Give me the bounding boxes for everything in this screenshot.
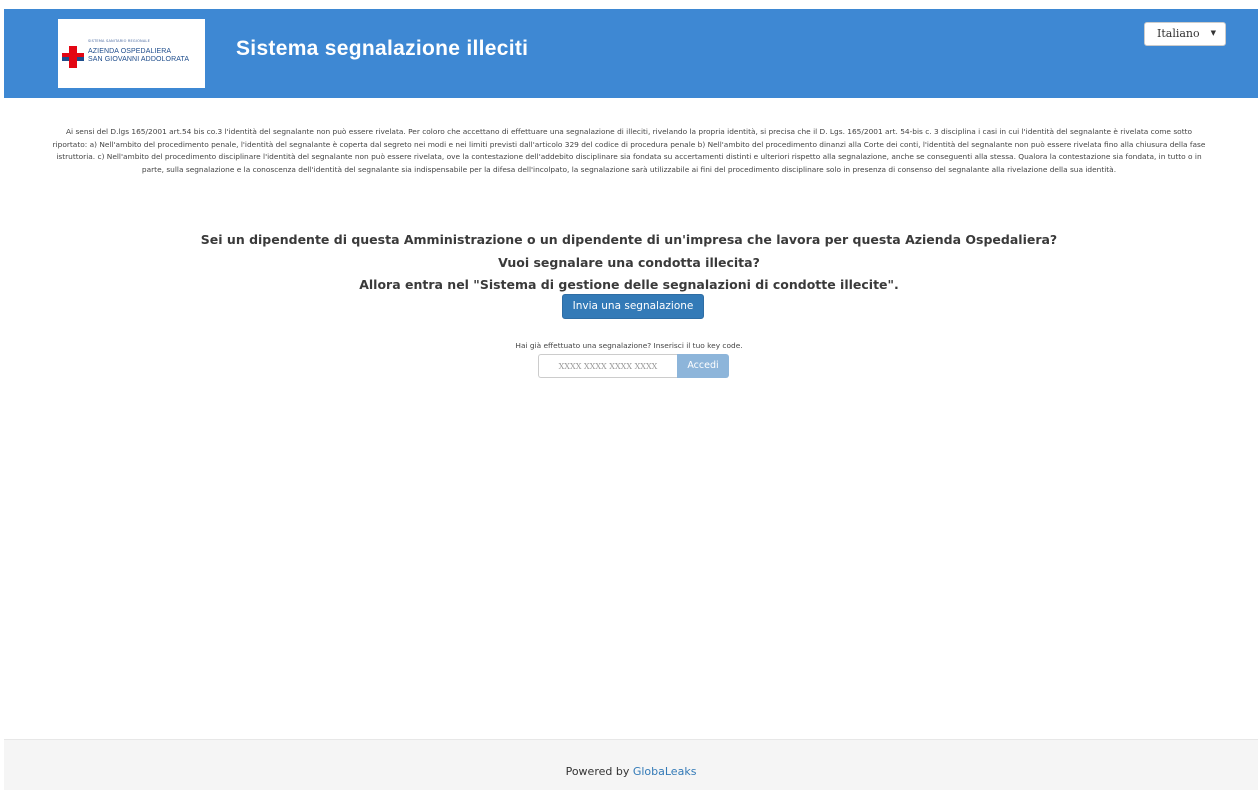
question-report: Vuoi segnalare una condotta illecita? [498, 255, 760, 270]
red-cross-icon [62, 46, 84, 68]
hospital-logo[interactable]: SISTEMA SANITARIO REGIONALE AZIENDA OSPE… [58, 19, 205, 88]
language-select[interactable]: Italiano ▼ [1144, 22, 1226, 46]
logo-region-text: SISTEMA SANITARIO REGIONALE [88, 39, 150, 43]
powered-by-label: Powered by [565, 765, 630, 778]
logo-text-line1: AZIENDA OSPEDALIERA [88, 48, 172, 55]
login-button[interactable]: Accedi [677, 354, 729, 378]
caret-down-icon: ▼ [1210, 29, 1216, 37]
language-select-value: Italiano [1157, 27, 1200, 40]
footer-text: Powered by GlobaLeaks [4, 765, 1258, 778]
question-enter-system: Allora entra nel "Sistema di gestione de… [359, 277, 899, 292]
send-report-button[interactable]: Invia una segnalazione [562, 294, 704, 319]
page-title: Sistema segnalazione illeciti [236, 37, 529, 60]
header-bar: SISTEMA SANITARIO REGIONALE AZIENDA OSPE… [4, 9, 1258, 98]
privacy-disclaimer: Ai sensi del D.lgs 165/2001 art.54 bis c… [52, 127, 1206, 174]
question-employee: Sei un dipendente di questa Amministrazi… [200, 232, 1058, 247]
globaleaks-link[interactable]: GlobaLeaks [633, 765, 697, 778]
key-code-prompt: Hai già effettuato una segnalazione? Ins… [515, 341, 743, 350]
footer: Powered by GlobaLeaks [4, 739, 1258, 790]
logo-text-line2: SAN GIOVANNI ADDOLORATA [88, 56, 190, 63]
key-code-input[interactable] [538, 354, 677, 378]
